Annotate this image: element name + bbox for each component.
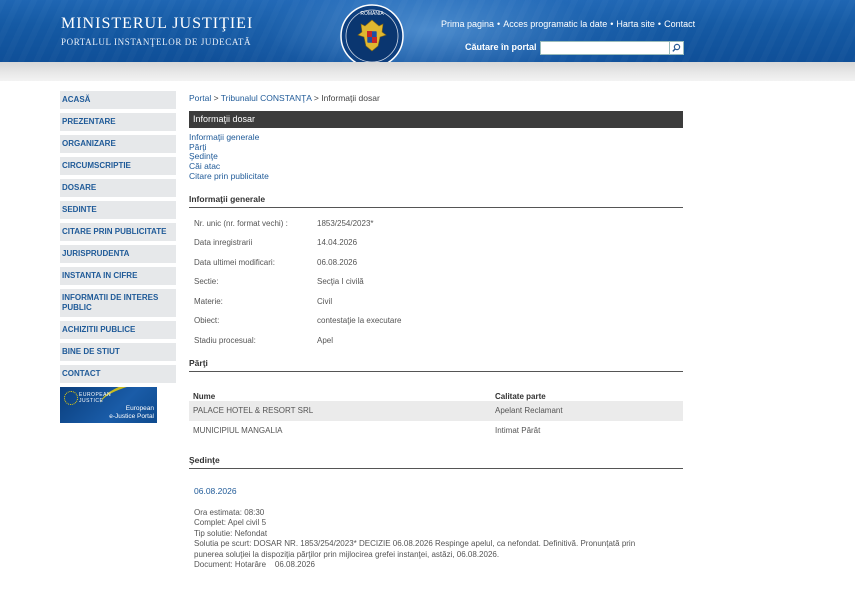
general-info-heading: Informaţii generale <box>189 194 683 208</box>
breadcrumb-current: Informaţii dosar <box>321 93 380 103</box>
search-label: Căutare în portal <box>465 42 537 52</box>
sidebar-item-jurisprudenta[interactable]: JURISPRUDENTA <box>60 245 176 264</box>
parties-table-header: Nume Calitate parte <box>189 382 683 401</box>
table-row: MUNICIPIUL MANGALIA Intimat Pârât <box>189 421 683 441</box>
breadcrumb-tribunal[interactable]: Tribunalul CONSTANŢA <box>221 93 312 103</box>
session-detail-line: Tip solutie: Nefondat <box>194 528 268 538</box>
info-row: Stadiu procesual: Apel <box>194 336 683 356</box>
quick-link-sessions[interactable]: Şedinţe <box>189 152 683 162</box>
sidebar-item-contact[interactable]: CONTACT <box>60 365 176 384</box>
sidebar-item-instanta-in-cifre[interactable]: INSTANTA IN CIFRE <box>60 267 176 286</box>
site-subtitle: PORTALUL INSTANŢELOR DE JUDECATĂ <box>61 37 252 47</box>
info-value: 06.08.2026 <box>317 257 358 267</box>
column-header-role: Calitate parte <box>495 391 546 401</box>
eu-stars-icon <box>64 391 78 405</box>
quick-links: Informaţii generale Părţi Şedinţe Căi at… <box>189 132 683 182</box>
sidebar-nav: ACASĂ PREZENTARE ORGANIZARE CIRCUMSCRIPT… <box>60 91 176 423</box>
info-value: 14.04.2026 <box>317 238 358 248</box>
party-role: Intimat Pârât <box>495 426 541 436</box>
breadcrumb-separator: > <box>213 93 219 103</box>
quick-link-general-info[interactable]: Informaţii generale <box>189 132 683 143</box>
session-detail-line: Solutia pe scurt: DOSAR NR. 1853/254/202… <box>194 539 636 549</box>
site-title[interactable]: MINISTERUL JUSTIŢIEI <box>61 15 253 33</box>
top-link-home[interactable]: Prima pagina <box>441 19 494 29</box>
sidebar-item-dosare[interactable]: DOSARE <box>60 179 176 198</box>
info-label: Sectie: <box>194 277 219 287</box>
party-name: PALACE HOTEL & RESORT SRL <box>193 406 314 416</box>
sessions-heading: Şedinţe <box>189 455 683 469</box>
table-row: PALACE HOTEL & RESORT SRL Apelant Reclam… <box>189 400 683 421</box>
info-label: Data inregistrarii <box>194 238 253 248</box>
romania-coat-of-arms-icon[interactable]: ROMÂNIA <box>340 4 404 62</box>
session-detail-line: Ora estimata: 08:30 <box>194 507 265 517</box>
top-link-api-access[interactable]: Acces programatic la date <box>503 19 607 29</box>
info-label: Nr. unic (nr. format vechi) : <box>194 218 288 228</box>
info-value: Secţia I civilă <box>317 277 364 287</box>
header-divider-band <box>0 62 855 81</box>
search-button[interactable] <box>670 41 684 55</box>
info-value: Civil <box>317 296 333 306</box>
session-detail-line: Complet: Apel civil 5 <box>194 518 267 528</box>
sidebar-item-citare[interactable]: CITARE PRIN PUBLICITATE <box>60 223 176 242</box>
banner-logo-text: EUROPEAN JUSTICE <box>79 392 112 404</box>
breadcrumb-separator: > <box>313 93 319 103</box>
parties-heading: Părţi <box>189 358 683 372</box>
party-name: MUNICIPIUL MANGALIA <box>193 426 283 436</box>
breadcrumb: Portal > Tribunalul CONSTANŢA > Informaţ… <box>189 93 683 105</box>
info-value: Apel <box>317 336 334 346</box>
info-row: Sectie: Secţia I civilă <box>194 277 683 297</box>
general-info-table: Nr. unic (nr. format vechi) : 1853/254/2… <box>194 219 683 356</box>
info-row: Obiect: contestaţie la executare <box>194 316 683 336</box>
column-header-name: Nume <box>193 391 216 401</box>
breadcrumb-portal[interactable]: Portal <box>189 93 211 103</box>
emblem-label: ROMÂNIA <box>360 10 384 17</box>
sidebar-item-sedinte[interactable]: SEDINTE <box>60 201 176 220</box>
info-label: Stadiu procesual: <box>194 336 256 346</box>
sidebar-item-acasa[interactable]: ACASĂ <box>60 91 176 110</box>
top-link-sitemap[interactable]: Harta site <box>616 19 655 29</box>
info-label: Materie: <box>194 296 223 306</box>
search-icon <box>672 43 681 52</box>
search-input[interactable] <box>540 41 670 55</box>
sidebar-item-bine-de-stiut[interactable]: BINE DE STIUT <box>60 343 176 362</box>
info-label: Obiect: <box>194 316 220 326</box>
sidebar-item-achizitii-publice[interactable]: ACHIZITII PUBLICE <box>60 321 176 340</box>
top-navigation: Prima pagina • Acces programatic la date • H… <box>441 19 696 29</box>
page-title: Informaţii dosar <box>189 111 683 128</box>
info-label: Data ultimei modificari: <box>194 257 275 267</box>
session-detail-line: Document: Hotarâre 06.08.2026 <box>194 560 315 570</box>
e-justice-portal-banner[interactable]: EUROPEAN JUSTICE European e-Justice Port… <box>60 387 157 423</box>
sidebar-item-circumscriptie[interactable]: CIRCUMSCRIPTIE <box>60 157 176 176</box>
sidebar-item-prezentare[interactable]: PREZENTARE <box>60 113 176 132</box>
banner-caption: European e-Justice Portal <box>109 405 154 420</box>
session-date: 06.08.2026 <box>194 485 237 496</box>
info-value: contestaţie la executare <box>317 316 402 326</box>
info-value: 1853/254/2023* <box>317 218 374 228</box>
session-details: Ora estimata: 08:30 Complet: Apel civil … <box>194 508 683 571</box>
top-link-contact[interactable]: Contact <box>664 19 695 29</box>
info-row: Materie: Civil <box>194 297 683 317</box>
sidebar-item-organizare[interactable]: ORGANIZARE <box>60 135 176 154</box>
site-header: MINISTERUL JUSTIŢIEI PORTALUL INSTANŢELO… <box>0 0 855 62</box>
sidebar-item-informatii-interes-public[interactable]: INFORMATII DE INTERES PUBLIC <box>60 289 176 318</box>
main-content: Portal > Tribunalul CONSTANŢA > Informaţ… <box>189 93 683 571</box>
quick-link-parties[interactable]: Părţi <box>189 142 683 153</box>
info-row: Nr. unic (nr. format vechi) : 1853/254/2… <box>194 219 683 239</box>
info-row: Data inregistrarii 14.04.2026 <box>194 238 683 258</box>
session-detail-line: punerea soluţiei la dispoziţia părţilor … <box>194 549 500 559</box>
party-role: Apelant Reclamant <box>495 406 563 416</box>
info-row: Data ultimei modificari: 06.08.2026 <box>194 258 683 278</box>
quick-link-public-summons[interactable]: Citare prin publicitate <box>189 171 683 182</box>
